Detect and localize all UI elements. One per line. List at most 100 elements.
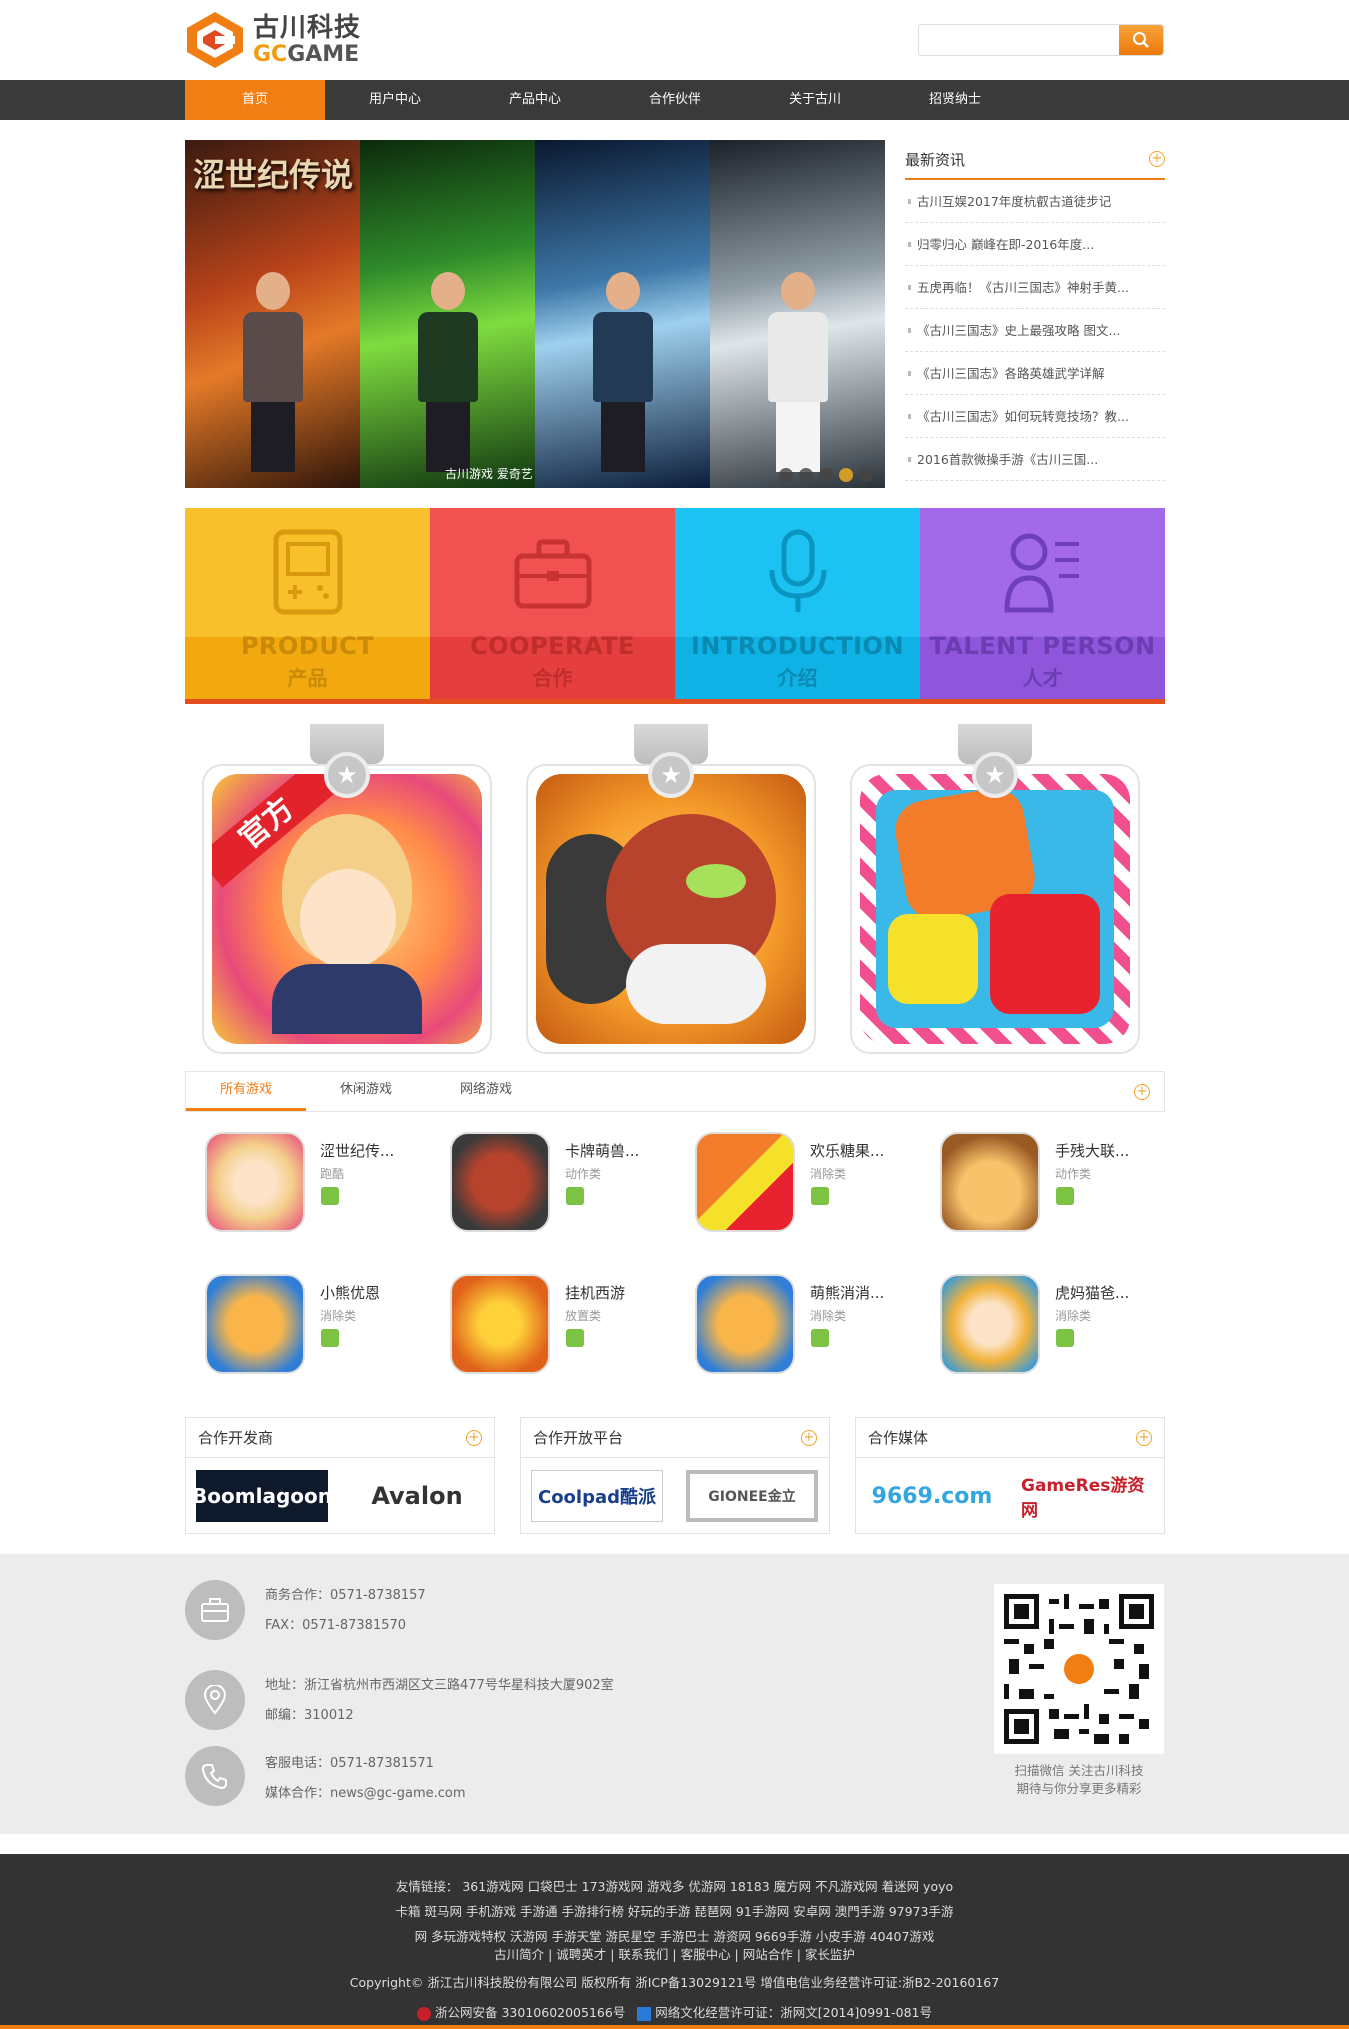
partner-logo[interactable]: 9669.com xyxy=(866,1470,998,1522)
banner-title: 涩世纪传说 xyxy=(193,156,354,194)
featured-game[interactable]: ★ xyxy=(526,724,816,1054)
android-icon[interactable] xyxy=(811,1329,829,1347)
banner-logos: 古川游戏 爱奇艺 xyxy=(445,467,533,481)
star-icon: ★ xyxy=(972,752,1018,798)
banner-carousel[interactable]: 涩世纪传说 古川游戏 爱奇艺 xyxy=(185,140,885,488)
game-item[interactable]: 挂机西游 放置类 xyxy=(430,1274,650,1384)
search-input[interactable] xyxy=(919,25,1119,55)
game-item[interactable]: 虎妈猫爸... 消除类 xyxy=(920,1274,1140,1384)
carousel-dot[interactable] xyxy=(819,468,833,482)
nav-partners[interactable]: 合作伙伴 xyxy=(605,80,745,120)
more-icon[interactable]: + xyxy=(1136,1429,1152,1446)
android-icon[interactable] xyxy=(1056,1329,1074,1347)
game-item[interactable]: 萌熊消消... 消除类 xyxy=(675,1274,895,1384)
qr-code xyxy=(994,1584,1164,1754)
game-icon xyxy=(205,1274,305,1374)
partner-logo[interactable]: Boomlagoon xyxy=(192,1470,332,1522)
android-icon[interactable] xyxy=(566,1329,584,1347)
main-nav: 首页 用户中心 产品中心 合作伙伴 关于古川 招贤纳士 xyxy=(0,80,1349,120)
qr-caption: 期待与你分享更多精彩 xyxy=(1016,1781,1142,1796)
friend-links[interactable]: 卡箱 斑马网 手机游戏 手游通 手游排行榜 好玩的手游 琵琶网 91手游网 安卓… xyxy=(0,1901,1349,1920)
nav-home[interactable]: 首页 xyxy=(185,80,325,120)
microphone-icon xyxy=(769,529,826,612)
news-item[interactable]: 五虎再临！《古川三国志》神射手黄... xyxy=(905,266,1165,309)
more-icon[interactable]: + xyxy=(801,1429,817,1446)
game-icon xyxy=(450,1132,550,1232)
search-button[interactable] xyxy=(1119,25,1163,55)
carousel-dot[interactable] xyxy=(799,468,813,482)
android-icon[interactable] xyxy=(566,1187,584,1205)
tab-online-games[interactable]: 网络游戏 xyxy=(426,1071,546,1111)
star-icon: ★ xyxy=(648,752,694,798)
featured-game[interactable]: ★ xyxy=(850,724,1140,1054)
news-item[interactable]: 《古川三国志》史上最强攻略 图文... xyxy=(905,309,1165,352)
tab-all-games[interactable]: 所有游戏 xyxy=(186,1071,306,1111)
tile-product[interactable]: PRODUCT 产品 xyxy=(185,508,430,699)
game-item[interactable]: 卡牌萌兽... 动作类 xyxy=(430,1132,650,1242)
nav-about[interactable]: 关于古川 xyxy=(745,80,885,120)
game-item[interactable]: 欢乐糖果... 消除类 xyxy=(675,1132,895,1242)
news-item[interactable]: 《古川三国志》如何玩转竞技场？教... xyxy=(905,395,1165,438)
android-icon[interactable] xyxy=(1056,1187,1074,1205)
nav-careers[interactable]: 招贤纳士 xyxy=(885,80,1025,120)
game-name: 挂机西游 xyxy=(565,1284,626,1302)
carousel-dot[interactable] xyxy=(779,468,793,482)
tile-en-label: COOPERATE xyxy=(470,632,635,660)
partner-logo[interactable]: GameRes游资网 xyxy=(1021,1470,1153,1522)
location-icon xyxy=(185,1670,245,1730)
nav-products[interactable]: 产品中心 xyxy=(465,80,605,120)
partner-box-title: 合作媒体 xyxy=(868,1429,929,1447)
footer-nav-links[interactable]: 古川简介 | 诚聘英才 | 联系我们 | 客服中心 | 网站合作 | 家长监护 xyxy=(0,1944,1349,1963)
category-tiles: PRODUCT 产品 COOPERATE 合作 INTRODUCTION 介绍 … xyxy=(185,508,1165,704)
nav-user-center[interactable]: 用户中心 xyxy=(325,80,465,120)
banner-panel: 涩世纪传说 xyxy=(185,140,360,488)
android-icon[interactable] xyxy=(321,1187,339,1205)
news-item[interactable]: 2016首款微操手游《古川三国... xyxy=(905,438,1165,481)
police-record[interactable]: 浙公网安备 33010602005166号 xyxy=(435,2005,625,2020)
featured-game[interactable]: 官方 ★ xyxy=(202,724,492,1054)
android-icon[interactable] xyxy=(811,1187,829,1205)
site-logo[interactable]: 古川科技 GCGAME xyxy=(185,10,361,70)
culture-license[interactable]: 网络文化经营许可证：浙网文[2014]0991-081号 xyxy=(655,2005,932,2020)
more-icon[interactable]: + xyxy=(466,1429,482,1446)
friend-links[interactable]: 网 多玩游戏特权 沃游网 手游天堂 游民星空 手游巴士 游资网 9669手游 小… xyxy=(0,1926,1349,1945)
more-icon[interactable]: + xyxy=(1149,151,1165,167)
tile-introduction[interactable]: INTRODUCTION 介绍 xyxy=(675,508,920,699)
more-icon[interactable]: + xyxy=(1134,1084,1150,1100)
gameboy-icon xyxy=(273,529,342,615)
news-item[interactable]: 古川互娱2017年度杭叡古道徒步记 xyxy=(905,180,1165,223)
game-category: 动作类 xyxy=(565,1167,602,1181)
partner-box-platforms: 合作开放平台 + Coolpad酷派 GIONEE金立 xyxy=(520,1417,830,1534)
tile-cn-label: 人才 xyxy=(1022,666,1063,690)
qr-code-icon xyxy=(1004,1594,1154,1744)
tile-talent[interactable]: TALENT PERSON 人才 xyxy=(920,508,1165,699)
game-item[interactable]: 涩世纪传... 跑酷 xyxy=(185,1132,405,1242)
android-icon[interactable] xyxy=(321,1329,339,1347)
search-icon xyxy=(1133,32,1149,48)
tile-cooperate[interactable]: COOPERATE 合作 xyxy=(430,508,675,699)
news-item[interactable]: 归零归心 巅峰在即-2016年度... xyxy=(905,223,1165,266)
news-item[interactable]: 《古川三国志》各路英雄武学详解 xyxy=(905,352,1165,395)
contact-service: 客服电话：0571-87381571 xyxy=(265,1756,434,1771)
game-icon xyxy=(940,1132,1040,1232)
carousel-dot-active[interactable] xyxy=(839,468,853,482)
game-category: 消除类 xyxy=(810,1309,847,1323)
carousel-dot[interactable] xyxy=(859,468,873,482)
partner-logo[interactable]: GIONEE金立 xyxy=(686,1470,818,1522)
contact-biz: 商务合作：0571-8738157 xyxy=(265,1588,426,1603)
logo-icon xyxy=(187,12,243,68)
tab-casual-games[interactable]: 休闲游戏 xyxy=(306,1071,426,1111)
game-name: 虎妈猫爸... xyxy=(1055,1284,1130,1302)
game-item[interactable]: 小熊优恩 消除类 xyxy=(185,1274,405,1384)
partner-logo[interactable]: Coolpad酷派 xyxy=(531,1470,663,1522)
partner-logo[interactable]: Avalon xyxy=(351,1470,483,1522)
game-icon xyxy=(205,1132,305,1232)
game-item[interactable]: 手残大联... 动作类 xyxy=(920,1132,1140,1242)
tile-cn-label: 产品 xyxy=(287,666,328,690)
game-icon xyxy=(450,1274,550,1374)
logo-cn-text: 古川科技 xyxy=(253,13,362,43)
tile-en-label: TALENT PERSON xyxy=(929,632,1156,660)
friend-links[interactable]: 友情链接： 361游戏网 口袋巴士 173游戏网 游戏多 优游网 18183 魔… xyxy=(0,1876,1349,1895)
game-name: 萌熊消消... xyxy=(810,1284,885,1302)
copyright: Copyright© 浙江古川科技股份有限公司 版权所有 浙ICP备130291… xyxy=(349,1975,1000,1990)
